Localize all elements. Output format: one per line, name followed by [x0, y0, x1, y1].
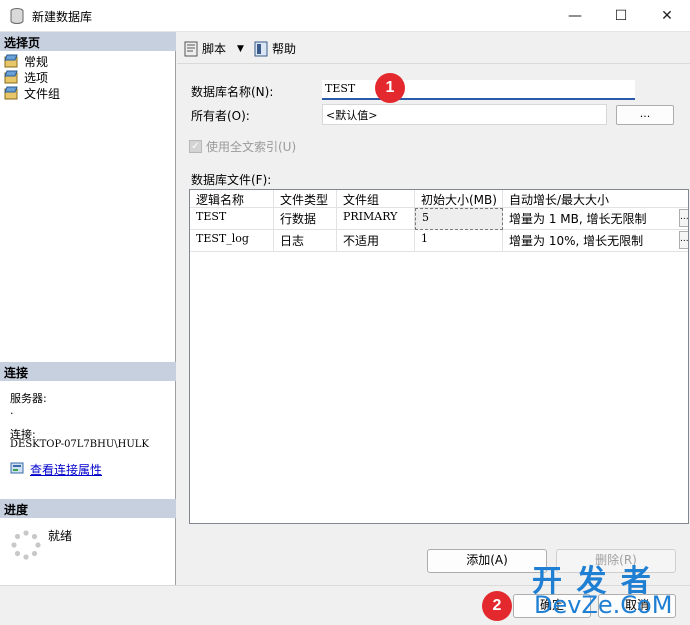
script-label: 脚本 [202, 42, 227, 56]
filegroup-cell[interactable]: 不适用 [337, 230, 415, 252]
annotation-badge-1: 1 [375, 73, 405, 103]
autogrowth-edit-button[interactable]: ... [679, 231, 688, 249]
db-name-label: 数据库名称(N): [191, 85, 274, 99]
toolbar: 脚本 ▼ 帮助 [177, 32, 690, 64]
initial-size-cell[interactable]: 5 [415, 208, 503, 230]
fulltext-label: 使用全文索引(U) [206, 140, 297, 154]
view-connection-link[interactable]: 查看连接属性 [30, 461, 102, 478]
page-icon [4, 70, 18, 84]
owner-input[interactable]: <默认值> [322, 104, 607, 125]
table-row[interactable]: TEST 行数据 PRIMARY 5 增量为 1 MB, 增长无限制 ... [190, 208, 688, 230]
view-connection-properties[interactable]: 查看连接属性 [10, 461, 102, 477]
autogrowth-text: 增量为 10%, 增长无限制 [509, 234, 644, 248]
db-files-label: 数据库文件(F): [191, 173, 272, 187]
page-item-options[interactable]: 选项 [4, 69, 48, 85]
page-item-filegroups[interactable]: 文件组 [4, 85, 60, 101]
filegroup-cell[interactable]: PRIMARY [337, 208, 415, 230]
connection-value: DESKTOP-07L7BHU\HULK [10, 439, 149, 450]
page-item-general[interactable]: 常规 [4, 53, 48, 69]
db-name-input[interactable]: TEST [322, 80, 635, 100]
logical-name-cell[interactable]: TEST_log [190, 230, 274, 252]
properties-icon [10, 462, 24, 474]
page-label: 常规 [24, 54, 49, 69]
spinner-icon [11, 530, 41, 560]
initial-size-cell[interactable]: 1 [415, 230, 503, 252]
page-label: 文件组 [24, 86, 61, 101]
help-button[interactable]: 帮助 [253, 40, 296, 57]
table-row[interactable]: TEST_log 日志 不适用 1 增量为 10%, 增长无限制 ... [190, 230, 688, 252]
main-panel: 数据库名称(N): TEST 所有者(O): <默认值> ... ✓ 使用全文索… [177, 64, 690, 585]
script-icon [184, 41, 198, 56]
help-icon [254, 41, 268, 56]
server-value: . [10, 404, 14, 417]
autogrowth-cell[interactable]: 增量为 1 MB, 增长无限制 ... [503, 208, 688, 230]
close-button[interactable]: ✕ [644, 0, 690, 32]
autogrowth-cell[interactable]: 增量为 10%, 增长无限制 ... [503, 230, 688, 252]
column-header[interactable]: 初始大小(MB) [415, 190, 503, 208]
progress-header: 进度 [0, 499, 176, 518]
column-header[interactable]: 文件类型 [274, 190, 337, 208]
annotation-badge-2: 2 [482, 591, 512, 621]
connection-header: 连接 [0, 362, 176, 381]
minimize-button[interactable]: — [552, 0, 598, 32]
sidebar: 选择页 常规 选项 文件组 连接 服务器: . 连接: DESKTOP-07L7… [0, 32, 176, 585]
db-files-grid: 逻辑名称 文件类型 文件组 初始大小(MB) 自动增长/最大大小 TEST 行数… [189, 189, 689, 524]
pages-header: 选择页 [0, 32, 176, 51]
autogrowth-text: 增量为 1 MB, 增长无限制 [509, 212, 647, 226]
column-header[interactable]: 逻辑名称 [190, 190, 274, 208]
page-icon [4, 86, 18, 100]
fulltext-checkbox[interactable]: ✓ 使用全文索引(U) [189, 138, 296, 155]
column-header[interactable]: 文件组 [337, 190, 415, 208]
checkbox-icon: ✓ [189, 140, 202, 153]
file-type-cell[interactable]: 日志 [274, 230, 337, 252]
page-label: 选项 [24, 70, 49, 85]
progress-status: 就绪 [48, 529, 73, 543]
grid-header-row: 逻辑名称 文件类型 文件组 初始大小(MB) 自动增长/最大大小 [190, 190, 688, 208]
owner-label: 所有者(O): [191, 109, 250, 123]
help-label: 帮助 [272, 42, 297, 56]
maximize-button[interactable]: ☐ [598, 0, 644, 32]
database-icon [10, 8, 24, 24]
watermark-line2: DevZe.CoM [534, 591, 673, 619]
script-button[interactable]: 脚本 ▼ [183, 40, 244, 57]
server-label: 服务器: [10, 392, 47, 405]
column-header[interactable]: 自动增长/最大大小 [503, 190, 688, 208]
logical-name-cell[interactable]: TEST [190, 208, 274, 230]
add-button[interactable]: 添加(A) [427, 549, 547, 573]
title-bar: 新建数据库 — ☐ ✕ [0, 0, 690, 32]
autogrowth-edit-button[interactable]: ... [679, 209, 688, 227]
window-title: 新建数据库 [32, 10, 93, 24]
chevron-down-icon[interactable]: ▼ [237, 44, 244, 54]
owner-browse-button[interactable]: ... [616, 105, 674, 125]
file-type-cell[interactable]: 行数据 [274, 208, 337, 230]
page-icon [4, 54, 18, 68]
